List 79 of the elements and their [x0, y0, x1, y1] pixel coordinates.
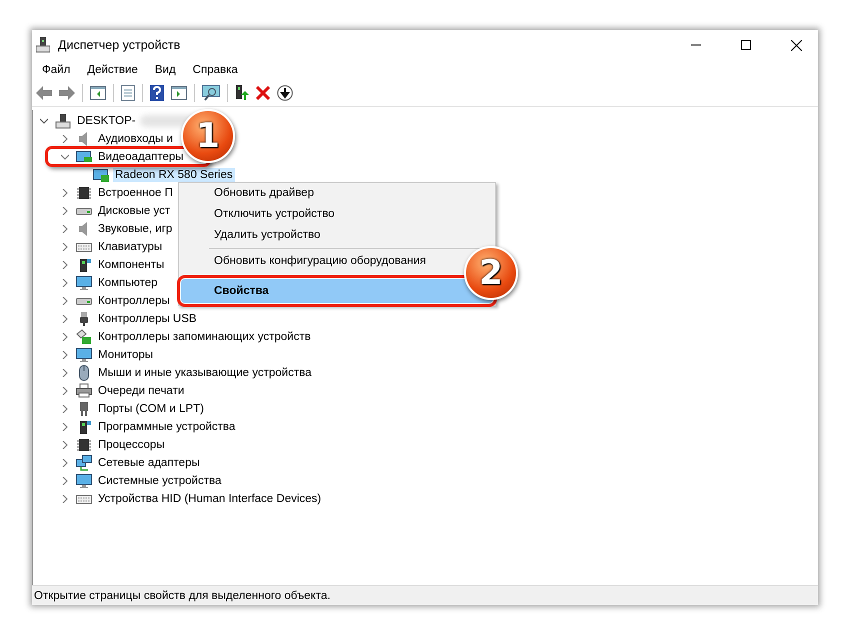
maximize-icon[interactable]	[741, 40, 751, 50]
tree-item[interactable]: Контроллеры запоминающих устройств	[96, 330, 313, 344]
step-badge: 2	[464, 246, 518, 300]
mouse-icon	[76, 365, 92, 381]
tree-item[interactable]: Встроенное П	[96, 186, 175, 200]
menu-item[interactable]: Файл	[42, 64, 70, 76]
forward-arrow-icon[interactable]	[59, 86, 75, 100]
chevron-icon[interactable]	[61, 243, 69, 251]
tree-item[interactable]: Контроллеры	[96, 294, 172, 308]
chevron-icon[interactable]	[61, 135, 69, 143]
tree-item[interactable]: Дисковые уст	[96, 204, 172, 218]
tree-item[interactable]: Порты (COM и LPT)	[96, 402, 206, 416]
chevron-icon[interactable]	[61, 153, 69, 161]
tree-item[interactable]: Очереди печати	[96, 384, 186, 398]
chevron-icon[interactable]	[61, 333, 69, 341]
chevron-icon[interactable]	[61, 423, 69, 431]
display-card-icon	[93, 167, 109, 183]
tree-item[interactable]: Компоненты	[96, 258, 166, 272]
tree-item[interactable]: Системные устройства	[96, 474, 224, 488]
download-circle-icon[interactable]	[277, 85, 293, 101]
chevron-icon[interactable]	[61, 459, 69, 467]
monitor-icon	[76, 473, 92, 489]
chevron-icon[interactable]	[61, 495, 69, 503]
close-icon[interactable]	[791, 40, 802, 50]
document-icon[interactable]	[121, 85, 135, 101]
chevron-icon[interactable]	[61, 189, 69, 197]
chevron-icon[interactable]	[61, 315, 69, 323]
display-card-icon	[76, 149, 92, 165]
monitor-search-icon[interactable]	[202, 85, 220, 101]
menu-item[interactable]: Вид	[154, 64, 176, 76]
step-badge: 1	[181, 109, 235, 163]
chevron-icon[interactable]	[61, 441, 69, 449]
status-text: Открытие страницы свойств для выделенного объекта.	[34, 590, 330, 602]
monitor-icon	[76, 275, 92, 291]
chevron-icon[interactable]	[61, 225, 69, 233]
chevron-icon[interactable]	[61, 279, 69, 287]
tree-item[interactable]: Мыши и иные указывающие устройства	[96, 366, 314, 380]
computer-icon	[55, 113, 71, 129]
context-menu-item[interactable]: Обновить драйвер	[181, 183, 320, 204]
storage-controller-icon	[76, 329, 92, 345]
menu-item[interactable]: Действие	[87, 64, 138, 76]
menu-item[interactable]: Справка	[192, 64, 238, 76]
tree-item[interactable]: DESKTOP-	[75, 114, 138, 128]
context-menu-item[interactable]: Удалить устройство	[181, 225, 326, 246]
chevron-icon[interactable]	[61, 261, 69, 269]
chevron-icon[interactable]	[61, 387, 69, 395]
context-menu-item[interactable]: Обновить конфигурацию оборудования	[181, 251, 432, 272]
panel-icon[interactable]	[90, 86, 106, 100]
monitor-icon	[76, 347, 92, 363]
chip-icon	[76, 185, 92, 201]
tree-item[interactable]: Аудиовходы и	[96, 132, 175, 146]
chevron-icon[interactable]	[40, 117, 48, 125]
tree-item[interactable]: Сетевые адаптеры	[96, 456, 202, 470]
chevron-icon[interactable]	[61, 477, 69, 485]
panel-icon[interactable]	[171, 86, 187, 100]
chevron-icon[interactable]	[61, 405, 69, 413]
chevron-icon[interactable]	[61, 369, 69, 377]
tree-item[interactable]: Мониторы	[96, 348, 156, 362]
tree-item[interactable]: Контроллеры USB	[96, 312, 199, 326]
window-title: Диспетчер устройств	[58, 38, 182, 52]
chevron-icon[interactable]	[61, 207, 69, 215]
tree-item[interactable]: Компьютер	[96, 276, 160, 290]
chevron-icon[interactable]	[61, 297, 69, 305]
delete-icon[interactable]	[256, 86, 270, 100]
printer-icon	[76, 383, 92, 399]
tree-item[interactable]: Клавиатуры	[96, 240, 164, 254]
tree-item[interactable]: Звуковые, игр	[96, 222, 174, 236]
tree-item[interactable]: Программные устройства	[96, 420, 238, 434]
help-icon[interactable]	[150, 85, 164, 101]
tree-item[interactable]: Radeon RX 580 Series	[113, 168, 235, 182]
chip-icon	[76, 437, 92, 453]
context-menu-item[interactable]: Отключить устройство	[181, 204, 341, 225]
device-manager-icon	[36, 37, 50, 53]
chevron-icon[interactable]	[61, 351, 69, 359]
tree-item[interactable]: Процессоры	[96, 438, 167, 452]
tree-item[interactable]: Устройства HID (Human Interface Devices)	[96, 492, 324, 506]
device-add-icon[interactable]	[235, 85, 249, 101]
network-icon	[76, 455, 92, 471]
back-arrow-icon[interactable]	[36, 86, 52, 100]
